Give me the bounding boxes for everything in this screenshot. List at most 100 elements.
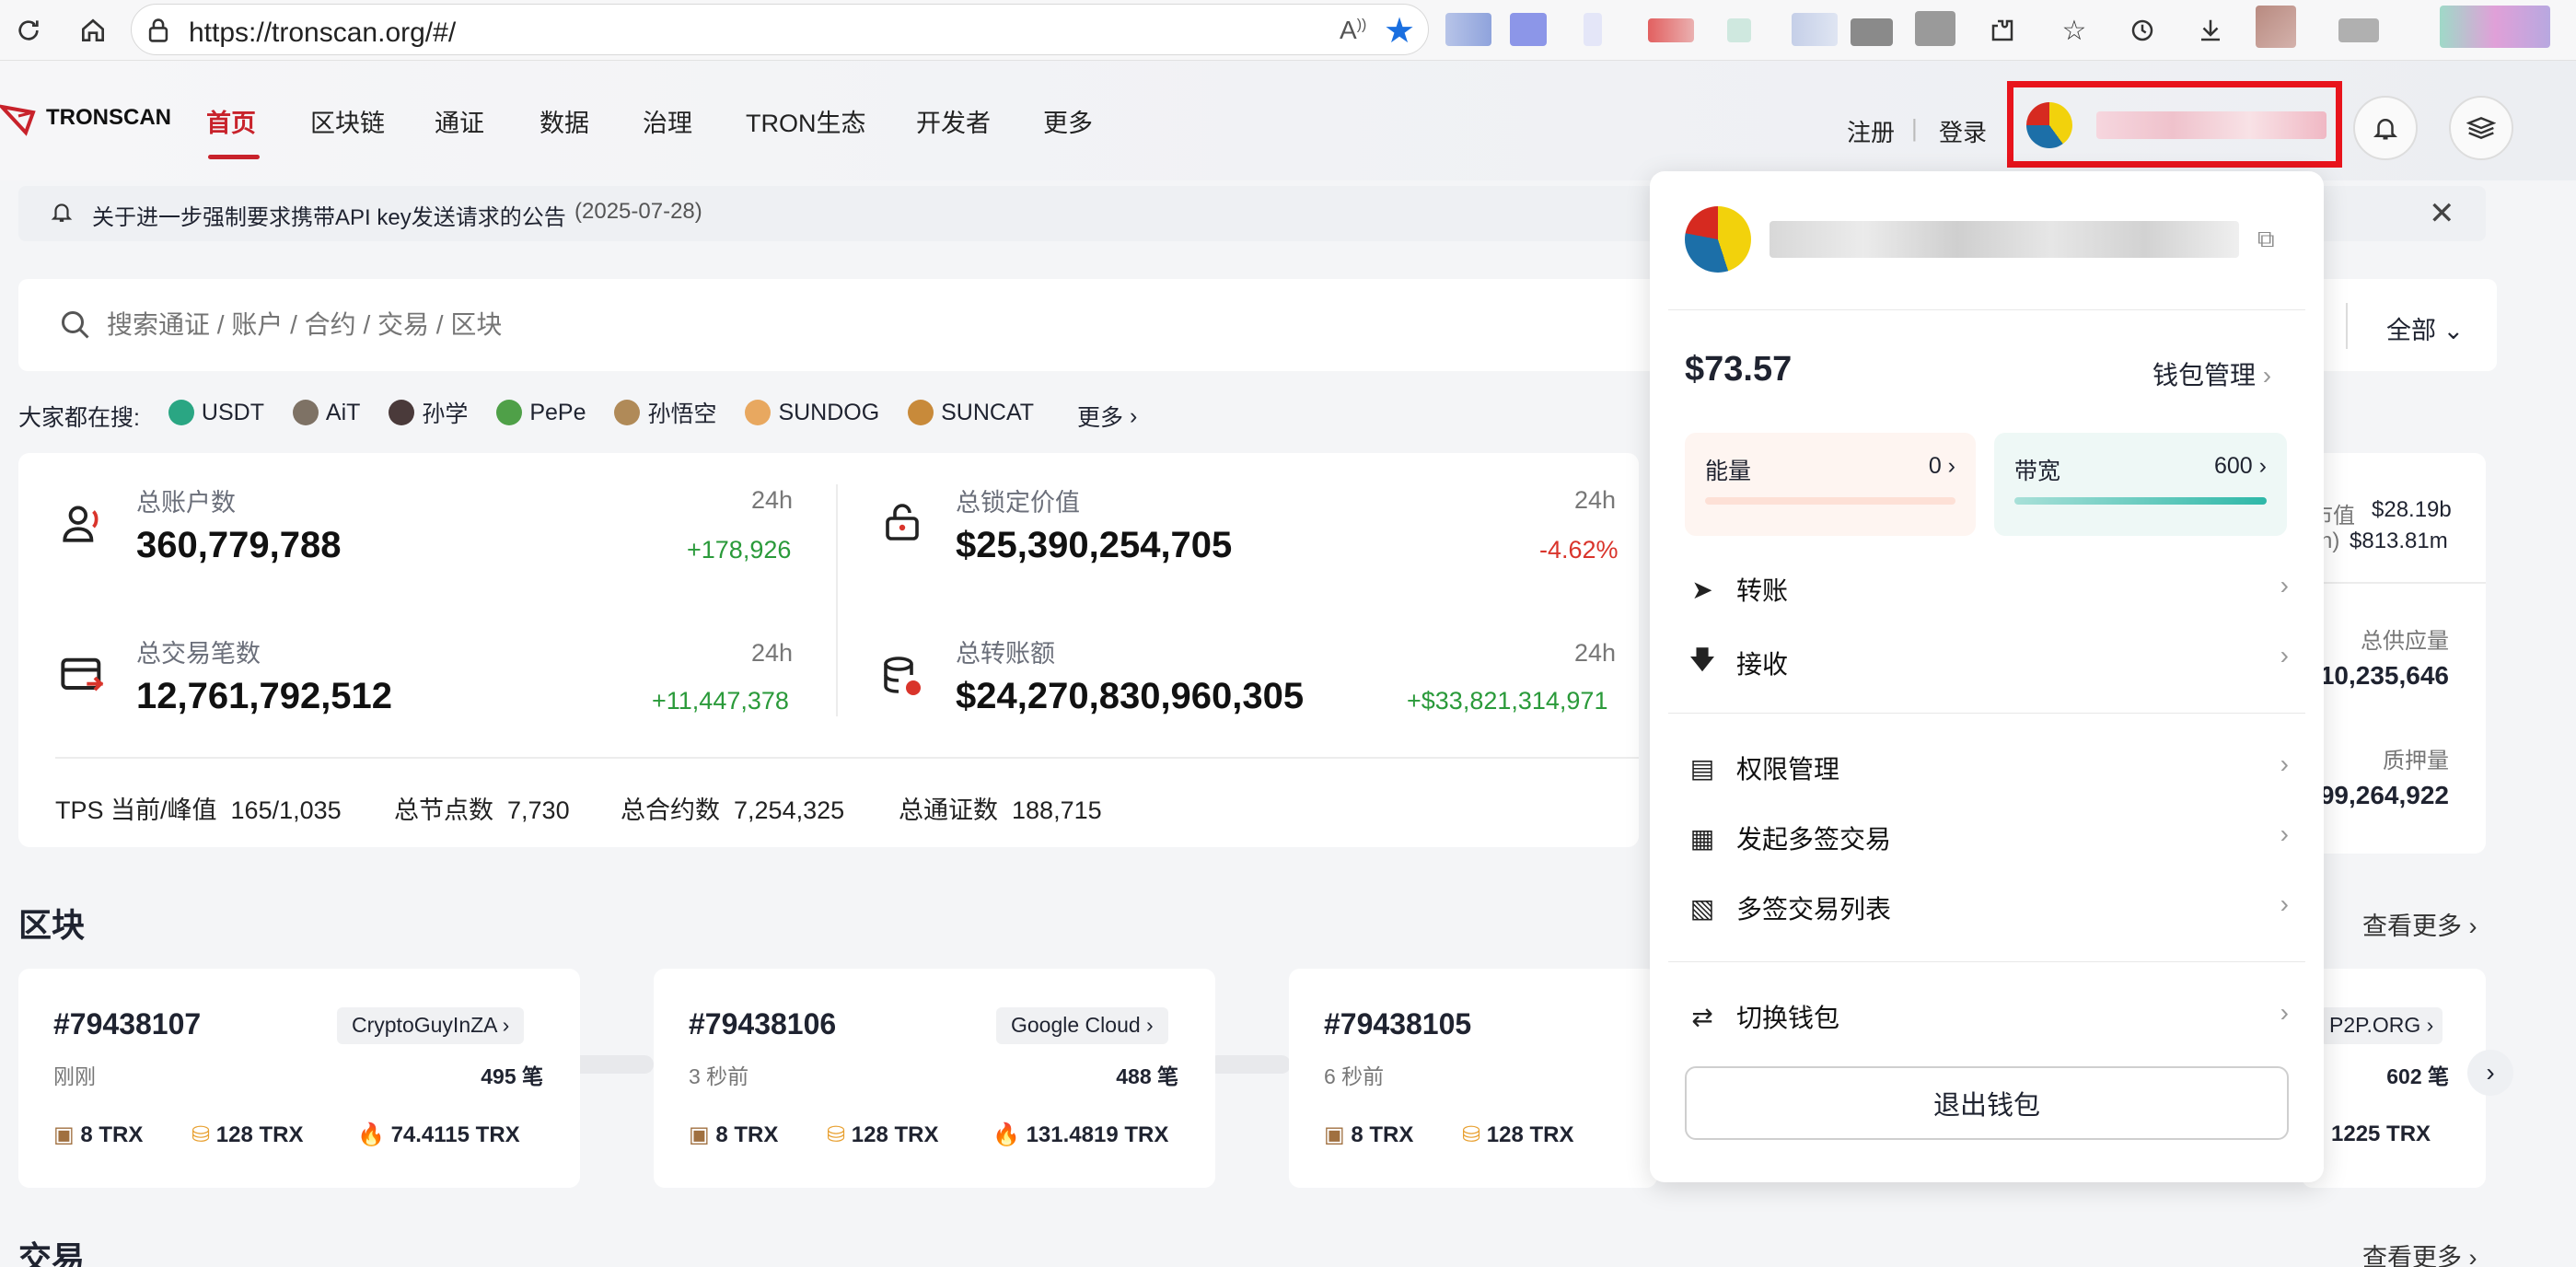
extension-icon[interactable] [1792, 13, 1838, 46]
fire-icon: 🔥 [357, 1122, 385, 1147]
address-bar[interactable]: https://tronscan.org/#/ A)) ★ [131, 4, 1429, 55]
nav-developers[interactable]: 开发者 [916, 103, 991, 139]
ait-icon [292, 400, 319, 425]
multisig-list-menu-item[interactable]: ▧ 多签交易列表 [1687, 889, 1891, 926]
hot-more-link[interactable]: 更多 › [1077, 400, 1137, 433]
nav-data[interactable]: 数据 [540, 103, 589, 139]
nav-governance[interactable]: 治理 [643, 103, 692, 139]
wallet-manage-link[interactable]: 钱包管理 › [2152, 355, 2271, 392]
block-producer[interactable]: Google Cloud › [996, 1007, 1168, 1044]
transactions-more-link[interactable]: 查看更多 › [2362, 1238, 2477, 1267]
extension-icon[interactable] [1584, 13, 1602, 46]
tvl-value: $25,390,254,705 [956, 525, 1233, 565]
blocks-more-label: 查看更多 [2362, 912, 2462, 940]
energy-value: 0 › [1928, 453, 1955, 479]
hot-item[interactable]: PePe [496, 400, 586, 426]
nav-ecosystem[interactable]: TRON生态 [746, 103, 866, 139]
block-card[interactable]: #79438105 6 秒前 ▣ 8 TRX ⛁ 128 TRX [1289, 969, 1657, 1188]
receive-menu-item[interactable]: 🡇 接收 [1687, 641, 1788, 685]
nav-tokens[interactable]: 通证 [435, 103, 484, 139]
extension-icon[interactable] [1727, 18, 1751, 42]
extension-icon[interactable] [1510, 13, 1547, 46]
extension-icon[interactable] [1915, 11, 1955, 46]
refresh-icon[interactable] [6, 7, 52, 53]
block-tx-count[interactable]: 602 笔 [2386, 1059, 2449, 1090]
block-tx-count[interactable]: 488 笔 [1116, 1059, 1178, 1090]
hot-item[interactable]: 孙悟空 [614, 396, 716, 429]
copy-icon[interactable]: ⧉ [2257, 225, 2275, 254]
supply-label: 总供应量 [2361, 629, 2449, 654]
extension-icon[interactable] [1851, 18, 1893, 46]
nav-more[interactable]: 更多 [1043, 103, 1093, 139]
block-producer[interactable]: CryptoGuyInZA › [337, 1007, 525, 1044]
blocks-more-link[interactable]: 查看更多 › [2362, 906, 2477, 942]
wallet-dropdown: ⧉ $73.57 钱包管理 › 能量 0 › 带宽 600 › ➤ 转账 › 🡇 接… [1650, 171, 2324, 1182]
block-number[interactable]: #79438105 [1324, 1007, 1471, 1041]
suncat-icon [908, 400, 934, 425]
bandwidth-label: 带宽 [2014, 459, 2061, 484]
tvl-change: -4.62% [1539, 536, 1619, 564]
block-card[interactable]: P2P.ORG › 602 笔 1225 TRX [2302, 969, 2486, 1188]
hot-item[interactable]: USDT [168, 400, 264, 426]
wallet-address-button[interactable] [2007, 81, 2342, 168]
search-input[interactable] [107, 301, 1580, 349]
extension-icon[interactable] [1445, 13, 1491, 46]
login-link[interactable]: 登录 [1939, 114, 1987, 148]
pepe-icon [496, 400, 523, 425]
read-aloud-icon[interactable]: A)) [1340, 16, 1366, 45]
extension-icon[interactable] [2440, 6, 2550, 48]
download-icon[interactable] [2187, 7, 2234, 53]
block-number[interactable]: #79438107 [53, 1007, 201, 1041]
transfer-menu-item[interactable]: ➤ 转账 [1687, 571, 1788, 608]
block-producer[interactable]: P2P.ORG › [2320, 1007, 2443, 1044]
logout-button[interactable]: 退出钱包 [1685, 1066, 2289, 1140]
permission-menu-item[interactable]: ▤ 权限管理 [1687, 750, 1839, 786]
history-icon[interactable] [2119, 7, 2165, 53]
home-icon[interactable] [70, 7, 116, 53]
extensions-icon[interactable] [1979, 7, 2025, 53]
tx-count-label: 总交易笔数 [136, 640, 261, 668]
send-icon: ➤ [1691, 575, 1713, 604]
multisig-icon: ▦ [1689, 823, 1715, 853]
profile-avatar[interactable] [2256, 6, 2296, 48]
hot-item-label: 孙学 [422, 401, 469, 427]
register-link[interactable]: 注册 [1847, 114, 1895, 148]
block-card[interactable]: #79438106 Google Cloud › 3 秒前 488 笔 ▣ 8 … [654, 969, 1215, 1188]
chevron-right-icon: › [2280, 889, 2289, 918]
hot-item[interactable]: 孙学 [389, 396, 468, 429]
block-vote-reward: ⛁ 128 TRX [191, 1122, 304, 1148]
bandwidth-card[interactable]: 带宽 600 › [1994, 433, 2287, 536]
hot-item[interactable]: SUNDOG [745, 400, 879, 426]
chevron-right-icon: › [2280, 571, 2289, 599]
hot-item-label: 孙悟空 [647, 401, 717, 427]
close-icon[interactable]: ✕ [2429, 195, 2455, 232]
nodes-label: 总节点数 [394, 796, 493, 824]
vote-reward-value: 128 TRX [1486, 1122, 1574, 1147]
block-vote-reward: ⛁ 128 TRX [1462, 1122, 1574, 1148]
announcement-text[interactable]: 关于进一步强制要求携带API key发送请求的公告 [92, 199, 566, 231]
block-tx-count[interactable]: 495 笔 [481, 1059, 543, 1090]
network-icon[interactable] [2449, 96, 2513, 160]
nav-blockchain[interactable]: 区块链 [310, 103, 385, 139]
nav-home[interactable]: 首页 [206, 103, 256, 139]
hot-item[interactable]: SUNCAT [908, 400, 1034, 426]
favorites-icon[interactable]: ☆ [2051, 7, 2097, 53]
lock-icon[interactable] [146, 17, 170, 50]
bell-icon[interactable] [2353, 96, 2418, 160]
logo[interactable]: TRONSCAN [0, 99, 171, 136]
star-icon[interactable]: ★ [1384, 10, 1415, 52]
producer-label: CryptoGuyInZA [352, 1013, 497, 1037]
search-filter-select[interactable]: 全部 ⌄ [2386, 310, 2464, 346]
carousel-next-button[interactable]: › [2467, 1050, 2513, 1096]
accounts-period: 24h [751, 486, 794, 514]
energy-card[interactable]: 能量 0 › [1685, 433, 1976, 536]
block-card[interactable]: #79438107 CryptoGuyInZA › 刚刚 495 笔 ▣ 8 T… [18, 969, 580, 1188]
hot-item-label: SUNDOG [778, 399, 880, 425]
hot-item[interactable]: AiT [292, 400, 360, 426]
multisig-menu-item[interactable]: ▦ 发起多签交易 [1687, 819, 1891, 856]
switch-wallet-menu-item[interactable]: ⇄ 切换钱包 [1687, 998, 1839, 1035]
block-number[interactable]: #79438106 [689, 1007, 836, 1041]
extension-icon[interactable] [2338, 18, 2379, 42]
chevron-down-icon: ⌄ [2443, 317, 2465, 344]
extension-icon[interactable] [1648, 18, 1694, 42]
